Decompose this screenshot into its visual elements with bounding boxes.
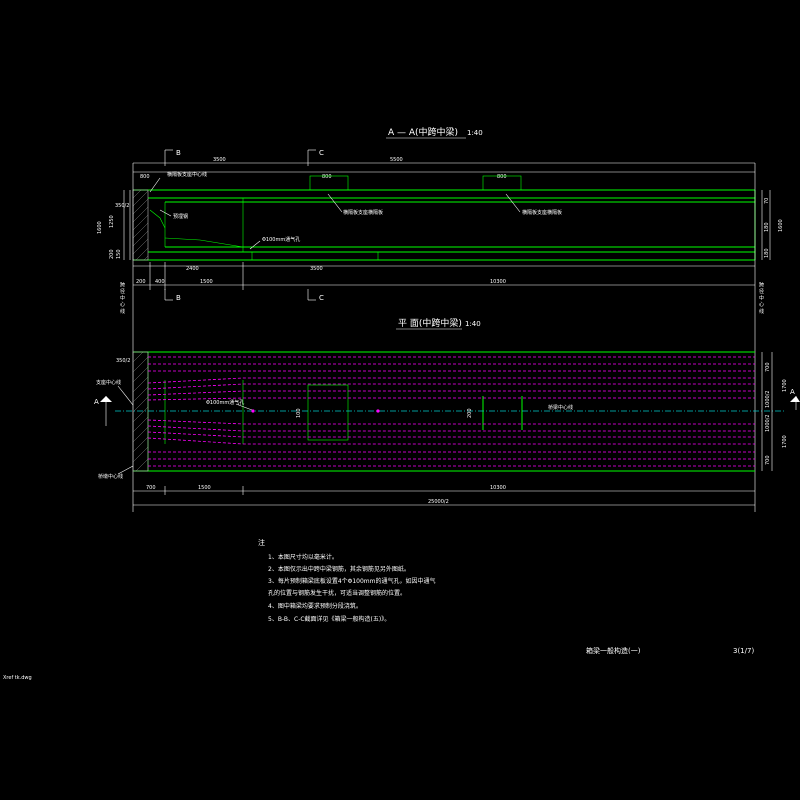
- plan-scale: 1:40: [465, 320, 481, 328]
- plan-right-3: 1000/2: [765, 414, 771, 432]
- dim-right-2: 1600: [778, 219, 784, 232]
- cut-a-left: A: [94, 398, 99, 406]
- right-vertical-label: 跨 径 中 心 线: [758, 281, 764, 313]
- dim-bot-3: 2400: [186, 266, 199, 272]
- plan-bot-2: 10300: [490, 485, 506, 491]
- sheet-number: 3(1/7): [733, 647, 754, 655]
- plan-left-0: 350/2: [116, 358, 130, 364]
- plan-left-2: 桥墩中心线: [98, 473, 123, 480]
- plan-right-1: 1700: [782, 379, 788, 392]
- note-4: 孔的位置与钢筋发生干扰，可适当调整钢筋的位置。: [268, 589, 406, 597]
- dim-bot-4: 3500: [310, 266, 323, 272]
- left-vertical-label: 跨 径 中 心 线: [119, 281, 125, 313]
- dim-left-4: 150: [116, 249, 122, 259]
- dim-left-3: 200: [109, 249, 115, 259]
- plan-right-4: 1700: [782, 435, 788, 448]
- note-3: 3、每片预制箱梁底板设置4个Φ100mm的通气孔，如因中通气: [268, 577, 436, 585]
- label-embedded-steel: 预埋钢: [173, 213, 188, 220]
- dim-left-0: 350/2: [115, 203, 129, 209]
- section-title: A — A(中跨中梁): [388, 126, 458, 138]
- label-100: 100: [296, 408, 302, 418]
- cut-c-bot: C: [319, 294, 324, 302]
- file-name: Xref tk.dwg: [3, 675, 32, 681]
- dim-top-0: 800: [140, 174, 150, 180]
- plan-right-0: 700: [765, 362, 771, 372]
- label-support-centerline: 横隔板支座中心线: [167, 171, 207, 178]
- label-200: 200: [467, 408, 473, 418]
- plan-right-5: 700: [765, 455, 771, 465]
- note-6: 5、B-B、C-C截面详见《箱梁一般构造(五)》。: [268, 615, 390, 623]
- notes-heading: 注: [258, 538, 265, 547]
- dim-top-4: 800: [497, 174, 507, 180]
- cut-b-top: B: [176, 149, 181, 157]
- drawing-title: 箱梁一般构造(一): [586, 646, 641, 655]
- plan-bot-3: 25000/2: [428, 499, 449, 505]
- dim-bot-0: 200: [136, 279, 146, 285]
- dim-bot-1: 400: [155, 279, 165, 285]
- cad-drawing: A — A(中跨中梁) 1:40 B C 3500 5500 800 800 8…: [0, 0, 800, 800]
- cut-a-right: A: [790, 388, 795, 396]
- label-diaphragm-2: 横隔板支座横隔板: [522, 209, 562, 216]
- label-diaphragm-1: 横隔板支座横隔板: [343, 209, 383, 216]
- dim-bot-5: 10300: [490, 279, 506, 285]
- cut-c-top: C: [319, 149, 324, 157]
- plan-bot-1: 1500: [198, 485, 211, 491]
- cut-b-bot: B: [176, 294, 181, 302]
- plan-title: 平 面(中跨中梁): [398, 317, 462, 329]
- dim-bot-2: 1500: [200, 279, 213, 285]
- note-2: 2、本图仅示出中跨中梁钢筋，其余钢筋见另外图纸。: [268, 565, 410, 573]
- dim-top-1: 3500: [213, 157, 226, 163]
- label-vent-hole-section: Φ100mm通气孔: [262, 236, 300, 243]
- note-5: 4、图中箱梁均要求预制分段浇筑。: [268, 602, 362, 610]
- dim-top-2: 5500: [390, 157, 403, 163]
- section-scale: 1:40: [467, 129, 483, 137]
- dim-right-1: 180: [764, 222, 770, 232]
- dim-right-3: 180: [764, 248, 770, 258]
- label-bridge-centerline: 桥梁中心线: [548, 404, 573, 411]
- note-1: 1、本图尺寸均以毫米计。: [268, 553, 338, 561]
- dim-left-2: 1250: [109, 215, 115, 228]
- plan-left-1: 支座中心线: [96, 379, 121, 386]
- dim-right-0: 70: [764, 198, 770, 204]
- plan-bot-0: 700: [146, 485, 156, 491]
- plan-right-2: 1000/2: [765, 390, 771, 408]
- dim-left-1: 1600: [97, 221, 103, 234]
- dim-top-3: 800: [322, 174, 332, 180]
